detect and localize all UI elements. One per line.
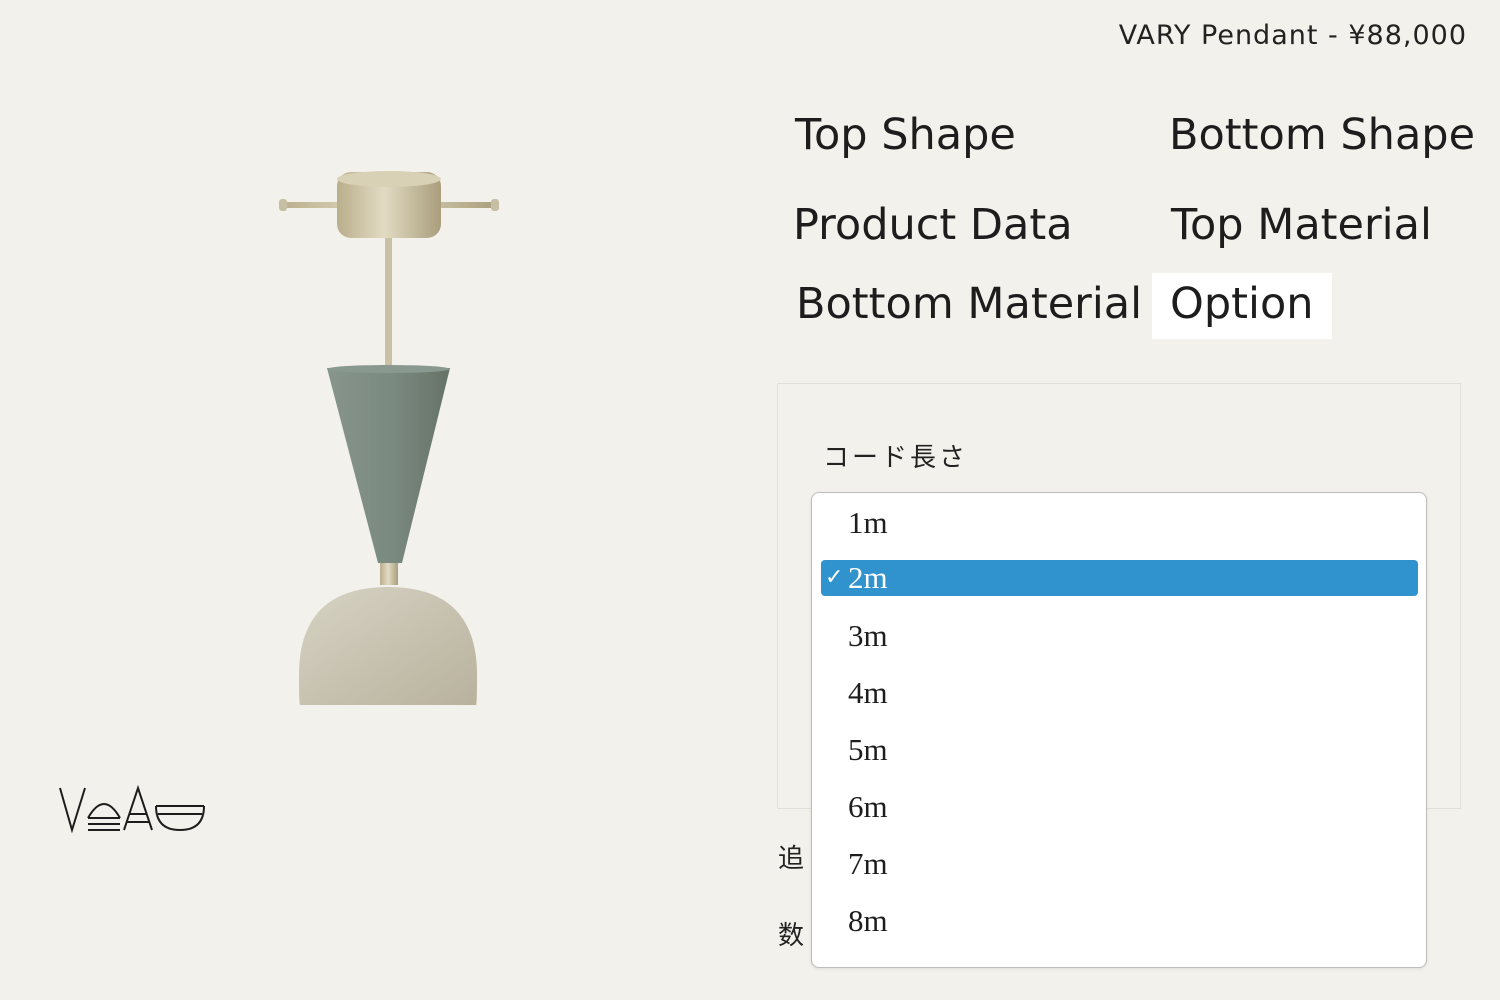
quantity-label: 数 (778, 921, 805, 951)
checkmark-icon: ✓ (825, 565, 844, 590)
additional-option-label: 追 (778, 844, 805, 874)
connector (380, 563, 398, 585)
tab-top-material[interactable]: Top Material (1171, 200, 1432, 250)
top-shade (327, 368, 450, 563)
option-4m[interactable]: 4m (821, 675, 1418, 711)
option-5m[interactable]: 5m (821, 732, 1418, 768)
option-8m[interactable]: 8m (821, 903, 1418, 939)
option-7m[interactable]: 7m (821, 846, 1418, 882)
option-1m[interactable]: 1m (821, 505, 1418, 541)
tab-top-shape[interactable]: Top Shape (795, 110, 1016, 160)
tab-bottom-shape[interactable]: Bottom Shape (1169, 110, 1475, 160)
option-label: 5m (848, 732, 888, 767)
option-label: 8m (848, 903, 888, 938)
canopy (279, 171, 499, 238)
brand-logo (59, 784, 205, 834)
option-3m[interactable]: 3m (821, 618, 1418, 654)
bottom-shade (299, 587, 477, 705)
cord-length-dropdown[interactable]: 1m ✓ 2m 3m 4m 5m 6m 7m 8m (811, 492, 1427, 968)
option-6m[interactable]: 6m (821, 789, 1418, 825)
tab-product-data[interactable]: Product Data (793, 200, 1073, 250)
pendant-rod (385, 238, 392, 370)
option-label: 2m (848, 560, 888, 595)
option-label: 1m (848, 505, 888, 540)
cord-length-label: コード長さ (823, 443, 969, 473)
tab-bottom-material[interactable]: Bottom Material (796, 279, 1142, 329)
option-label: 7m (848, 846, 888, 881)
option-label: 4m (848, 675, 888, 710)
option-label: 3m (848, 618, 888, 653)
option-label: 6m (848, 789, 888, 824)
product-title: VARY Pendant - ¥88,000 (1118, 20, 1467, 51)
option-2m-selected[interactable]: ✓ 2m (821, 560, 1418, 596)
tab-option[interactable]: Option (1152, 273, 1332, 339)
pendant-lamp-image (279, 171, 499, 705)
